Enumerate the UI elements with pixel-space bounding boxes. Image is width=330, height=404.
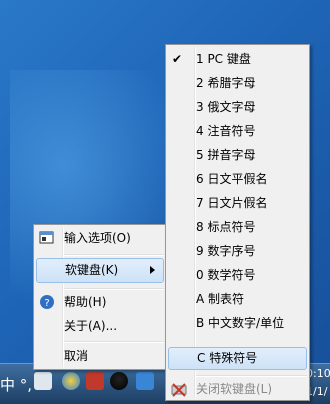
submenu-item-russian[interactable]: 3 俄文字母 [168, 96, 307, 118]
menu-item-label: 软键盘(K) [65, 263, 119, 277]
options-icon [39, 230, 55, 246]
shield-icon[interactable] [136, 372, 154, 390]
qq-penguin-icon[interactable] [110, 372, 128, 390]
submenu-item-pinyin[interactable]: 5 拼音字母 [168, 144, 307, 166]
submenu-item-greek[interactable]: 2 希腊字母 [168, 72, 307, 94]
submenu-item-label: 2 希腊字母 [196, 76, 256, 90]
ime-settings-icon[interactable] [34, 372, 52, 390]
cn-flag-icon[interactable] [86, 372, 104, 390]
ime-context-menu: 输入选项(O) 软键盘(K) ? 帮助(H) 关于(A)... 取消 [33, 224, 167, 370]
submenu-item-label: 9 数字序号 [196, 244, 256, 258]
submenu-item-label: 1 PC 键盘 [196, 52, 251, 66]
submenu-item-label: 6 日文平假名 [196, 172, 268, 186]
submenu-item-number-sequence[interactable]: 9 数字序号 [168, 240, 307, 262]
menu-separator [196, 375, 307, 377]
submenu-item-label: A 制表符 [196, 292, 245, 306]
submenu-item-tab-symbols[interactable]: A 制表符 [168, 288, 307, 310]
submenu-item-close-soft-keyboard[interactable]: 关闭软键盘(L) [168, 378, 307, 400]
submenu-arrow-icon [150, 266, 155, 274]
menu-item-help[interactable]: ? 帮助(H) [36, 291, 164, 313]
menu-item-about[interactable]: 关于(A)... [36, 315, 164, 337]
ime-status-text[interactable]: 中 °, [0, 374, 32, 395]
submenu-item-math-symbols[interactable]: 0 数学符号 [168, 264, 307, 286]
submenu-item-label: 0 数学符号 [196, 268, 256, 282]
submenu-item-chinese-numbers[interactable]: B 中文数字/单位 [168, 312, 307, 334]
submenu-item-punctuation[interactable]: 8 标点符号 [168, 216, 307, 238]
submenu-item-label: 4 注音符号 [196, 124, 256, 138]
svg-text:?: ? [44, 298, 49, 309]
checkmark-icon: ✔ [172, 52, 183, 66]
menu-separator [64, 341, 164, 343]
menu-item-soft-keyboard[interactable]: 软键盘(K) [36, 258, 164, 283]
menu-item-label: 取消 [64, 349, 89, 363]
menu-separator [64, 254, 164, 256]
submenu-item-label: C 特殊符号 [197, 351, 258, 365]
submenu-item-zhuyin[interactable]: 4 注音符号 [168, 120, 307, 142]
menu-item-input-options[interactable]: 输入选项(O) [36, 227, 164, 249]
browser-icon[interactable] [62, 372, 80, 390]
submenu-item-label: 关闭软键盘(L) [196, 382, 273, 396]
submenu-item-katakana[interactable]: 7 日文片假名 [168, 192, 307, 214]
menu-item-label: 帮助(H) [64, 295, 107, 309]
menu-separator [64, 288, 164, 290]
submenu-item-label: 7 日文片假名 [196, 196, 268, 210]
help-icon: ? [39, 294, 55, 310]
submenu-item-special-symbols[interactable]: C 特殊符号 [168, 347, 307, 370]
keyboard-close-icon [171, 381, 187, 397]
submenu-item-pc-keyboard[interactable]: ✔ 1 PC 键盘 [168, 48, 307, 70]
menu-item-label: 关于(A)... [64, 319, 118, 333]
submenu-item-label: 8 标点符号 [196, 220, 256, 234]
submenu-item-label: 3 俄文字母 [196, 100, 256, 114]
submenu-item-label: 5 拼音字母 [196, 148, 256, 162]
submenu-item-label: B 中文数字/单位 [196, 316, 285, 330]
soft-keyboard-submenu: ✔ 1 PC 键盘 2 希腊字母 3 俄文字母 4 注音符号 5 拼音字母 6 … [165, 44, 310, 401]
submenu-item-hiragana[interactable]: 6 日文平假名 [168, 168, 307, 190]
menu-item-cancel[interactable]: 取消 [36, 345, 164, 367]
menu-item-label: 输入选项(O) [64, 231, 131, 245]
